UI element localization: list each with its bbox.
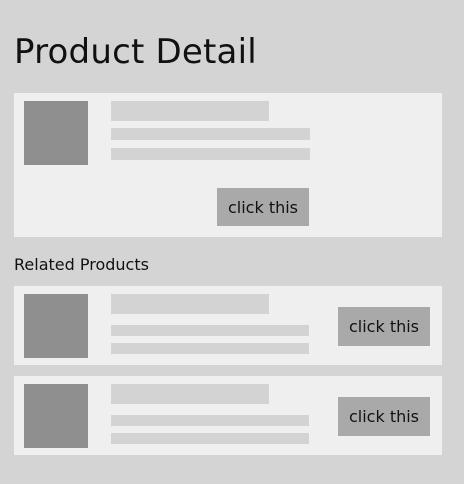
product-title-placeholder bbox=[111, 101, 269, 121]
related-product-title-placeholder bbox=[111, 384, 269, 404]
related-product-description-placeholder-1 bbox=[111, 325, 309, 336]
product-description-placeholder-1 bbox=[111, 128, 310, 140]
related-product-action-button[interactable]: click this bbox=[338, 307, 430, 346]
related-products-heading: Related Products bbox=[14, 255, 149, 274]
product-description-placeholder-2 bbox=[111, 148, 310, 160]
related-product-title-placeholder bbox=[111, 294, 269, 314]
page-title: Product Detail bbox=[14, 32, 257, 72]
related-product-action-button[interactable]: click this bbox=[338, 397, 430, 436]
related-product-card: click this bbox=[14, 286, 442, 365]
product-detail-card: click this bbox=[14, 93, 442, 237]
related-product-description-placeholder-2 bbox=[111, 343, 309, 354]
related-product-description-placeholder-1 bbox=[111, 415, 309, 426]
related-product-description-placeholder-2 bbox=[111, 433, 309, 444]
related-product-card: click this bbox=[14, 376, 442, 455]
related-product-image bbox=[24, 294, 88, 358]
product-action-button[interactable]: click this bbox=[217, 188, 309, 226]
product-image bbox=[24, 101, 88, 165]
related-product-image bbox=[24, 384, 88, 448]
